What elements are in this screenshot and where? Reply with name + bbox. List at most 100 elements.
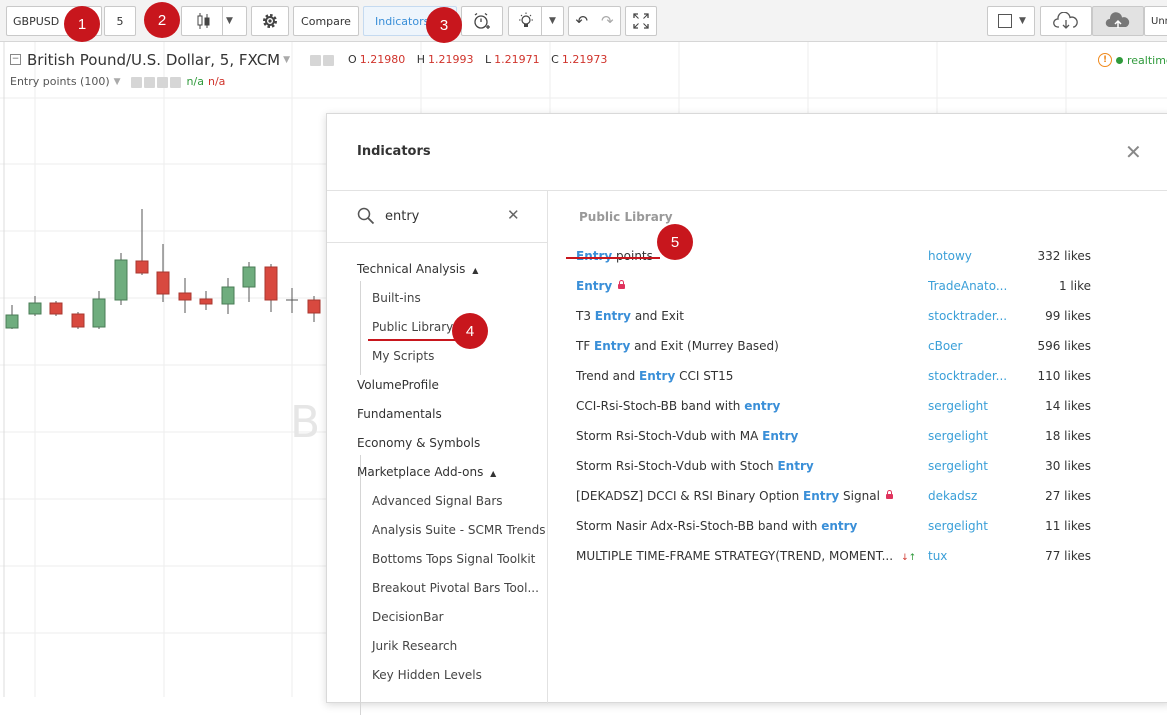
candle	[156, 244, 170, 302]
chevron-down-icon[interactable]: ▼	[283, 55, 290, 65]
category-bottoms-tops[interactable]: Bottoms Tops Signal Toolkit	[372, 552, 535, 566]
source-icon[interactable]	[156, 76, 168, 88]
data-status: ! realtime	[1098, 53, 1167, 67]
result-name-text: Signal	[839, 489, 880, 503]
candle	[199, 291, 213, 310]
category-marketplace-add-ons[interactable]: Marketplace Add-ons ▲	[357, 465, 496, 479]
status-dot-icon	[1116, 56, 1123, 64]
result-name[interactable]: Entry	[576, 271, 626, 301]
layout-button[interactable]: ▼	[987, 6, 1035, 36]
category-advanced-signal-bars[interactable]: Advanced Signal Bars	[372, 494, 503, 508]
result-likes: 14 likes	[1045, 399, 1091, 413]
result-likes: 596 likes	[1037, 339, 1091, 353]
category-public-library[interactable]: Public Library	[372, 320, 453, 334]
result-row[interactable]: Storm Rsi-Stoch-Vdub with Stoch Entry ser…	[549, 451, 1167, 481]
result-name-text: Storm Rsi-Stoch-Vdub with MA	[576, 429, 763, 443]
category-volumeprofile[interactable]: VolumeProfile	[357, 378, 439, 392]
warning-icon[interactable]: !	[1098, 53, 1112, 67]
candle	[242, 262, 256, 302]
ohlc-key: O	[348, 53, 357, 66]
redo-icon[interactable]: ↷	[601, 12, 614, 30]
gear-icon[interactable]	[323, 55, 335, 66]
result-name-text: [DEKADSZ] DCCI & RSI Binary Option	[576, 489, 804, 503]
category-my-scripts[interactable]: My Scripts	[372, 349, 434, 363]
collapse-icon[interactable]: −	[10, 54, 21, 65]
category-technical-analysis[interactable]: Technical Analysis ▲	[357, 262, 478, 276]
gear-icon[interactable]	[143, 76, 155, 88]
indicators-label: Indicators	[375, 14, 430, 28]
result-row[interactable]: T3 Entry and Exit stocktrader... 99 likes	[549, 301, 1167, 331]
result-row[interactable]: CCI-Rsi-Stoch-BB band with entry sergelig…	[549, 391, 1167, 421]
result-name-text: T3	[576, 309, 595, 323]
symbol-watermark: B	[290, 397, 321, 448]
result-name[interactable]: Storm Rsi-Stoch-Vdub with Stoch Entry	[576, 451, 814, 481]
load-chart-button[interactable]	[1040, 6, 1092, 36]
interval-text: 5	[116, 14, 124, 28]
result-row[interactable]: TF Entry and Exit (Murrey Based) cBoer 596…	[549, 331, 1167, 361]
result-name[interactable]: T3 Entry and Exit	[576, 301, 684, 331]
step-badge-2: 2	[144, 2, 180, 38]
category-key-hidden-levels[interactable]: Key Hidden Levels	[372, 668, 482, 682]
category-fundamentals[interactable]: Fundamentals	[357, 407, 442, 421]
eye-icon[interactable]	[130, 76, 142, 88]
undo-icon[interactable]: ↶	[575, 12, 588, 30]
result-row[interactable]: Storm Nasir Adx-Rsi-Stoch-BB band with e…	[549, 511, 1167, 541]
result-name[interactable]: MULTIPLE TIME-FRAME STRATEGY(TREND, MOME…	[576, 541, 916, 573]
search-match-highlight: entry	[821, 519, 858, 533]
interval-button[interactable]: 5	[104, 6, 136, 36]
chevron-down-icon[interactable]: ▼	[114, 77, 121, 87]
eye-icon[interactable]	[310, 55, 322, 66]
fullscreen-button[interactable]	[625, 6, 657, 36]
result-name[interactable]: [DEKADSZ] DCCI & RSI Binary Option Entry…	[576, 481, 893, 511]
result-name[interactable]: Storm Nasir Adx-Rsi-Stoch-BB band with e…	[576, 511, 857, 541]
category-decisionbar[interactable]: DecisionBar	[372, 610, 444, 624]
search-input[interactable]	[385, 206, 505, 226]
compare-button[interactable]: Compare	[293, 6, 359, 36]
close-icon[interactable]	[169, 76, 181, 88]
result-row[interactable]: MULTIPLE TIME-FRAME STRATEGY(TREND, MOME…	[549, 541, 1167, 571]
symbol-text: GBPUSD	[13, 14, 60, 28]
result-row[interactable]: Entry TradeAnato... 1 like	[549, 271, 1167, 301]
result-row[interactable]: Entry points hotowy 332 likes	[549, 241, 1167, 271]
result-row[interactable]: [DEKADSZ] DCCI & RSI Binary Option Entry…	[549, 481, 1167, 511]
result-name-text: MULTIPLE TIME-FRAME STRATEGY(TREND, MOME…	[576, 549, 894, 563]
close-icon[interactable]: ✕	[1125, 142, 1142, 162]
category-economy-symbols[interactable]: Economy & Symbols	[357, 436, 480, 450]
result-name[interactable]: CCI-Rsi-Stoch-BB band with entry	[576, 391, 780, 421]
category-breakout-pivotal[interactable]: Breakout Pivotal Bars Tool...	[372, 581, 539, 595]
search-match-highlight: Entry	[762, 429, 799, 443]
chart-style-button[interactable]: ▼	[181, 6, 247, 36]
alert-button[interactable]	[461, 6, 503, 36]
category-built-ins[interactable]: Built-ins	[372, 291, 421, 305]
search-match-highlight: Entry	[594, 309, 631, 323]
chevron-down-icon[interactable]: ▼	[549, 16, 556, 26]
low-value: 1.21971	[494, 53, 540, 66]
save-chart-button[interactable]	[1092, 6, 1144, 36]
result-name[interactable]: Entry points	[576, 241, 653, 271]
tree-line	[360, 455, 361, 715]
indicator-name[interactable]: Entry points (100)	[10, 75, 110, 88]
category-analysis-suite[interactable]: Analysis Suite - SCMR Trends	[372, 523, 545, 537]
indicators-dialog: Indicators ✕ ✕ Technical Analysis ▲ Buil…	[326, 113, 1167, 715]
category-jurik-research[interactable]: Jurik Research	[372, 639, 457, 653]
result-name[interactable]: TF Entry and Exit (Murrey Based)	[576, 331, 779, 361]
search-match-highlight: Entry	[639, 369, 676, 383]
tree-line	[360, 281, 361, 375]
ideas-button[interactable]: ▼	[508, 6, 564, 36]
clear-search-icon[interactable]: ✕	[507, 206, 520, 224]
chevron-down-icon[interactable]: ▼	[1019, 16, 1026, 26]
result-name[interactable]: Storm Rsi-Stoch-Vdub with MA Entry	[576, 421, 798, 451]
indicator-value-red: n/a	[207, 75, 226, 88]
result-likes: 77 likes	[1045, 549, 1091, 563]
chart-name-button[interactable]: Unm	[1144, 6, 1167, 36]
undo-redo-group: ↶ ↷	[568, 6, 621, 36]
settings-button[interactable]	[251, 6, 289, 36]
layout-square-icon	[998, 14, 1012, 28]
chevron-down-icon[interactable]: ▼	[226, 16, 233, 26]
result-row[interactable]: Trend and Entry CCI ST15 stocktrader... 11…	[549, 361, 1167, 391]
result-row[interactable]: Storm Rsi-Stoch-Vdub with MA Entry sergel…	[549, 421, 1167, 451]
result-name-text: Storm Nasir Adx-Rsi-Stoch-BB band with	[576, 519, 822, 533]
result-name[interactable]: Trend and Entry CCI ST15	[576, 361, 733, 391]
high-value: 1.21993	[428, 53, 474, 66]
category-pane: ✕ Technical Analysis ▲ Built-ins Public …	[327, 191, 548, 715]
